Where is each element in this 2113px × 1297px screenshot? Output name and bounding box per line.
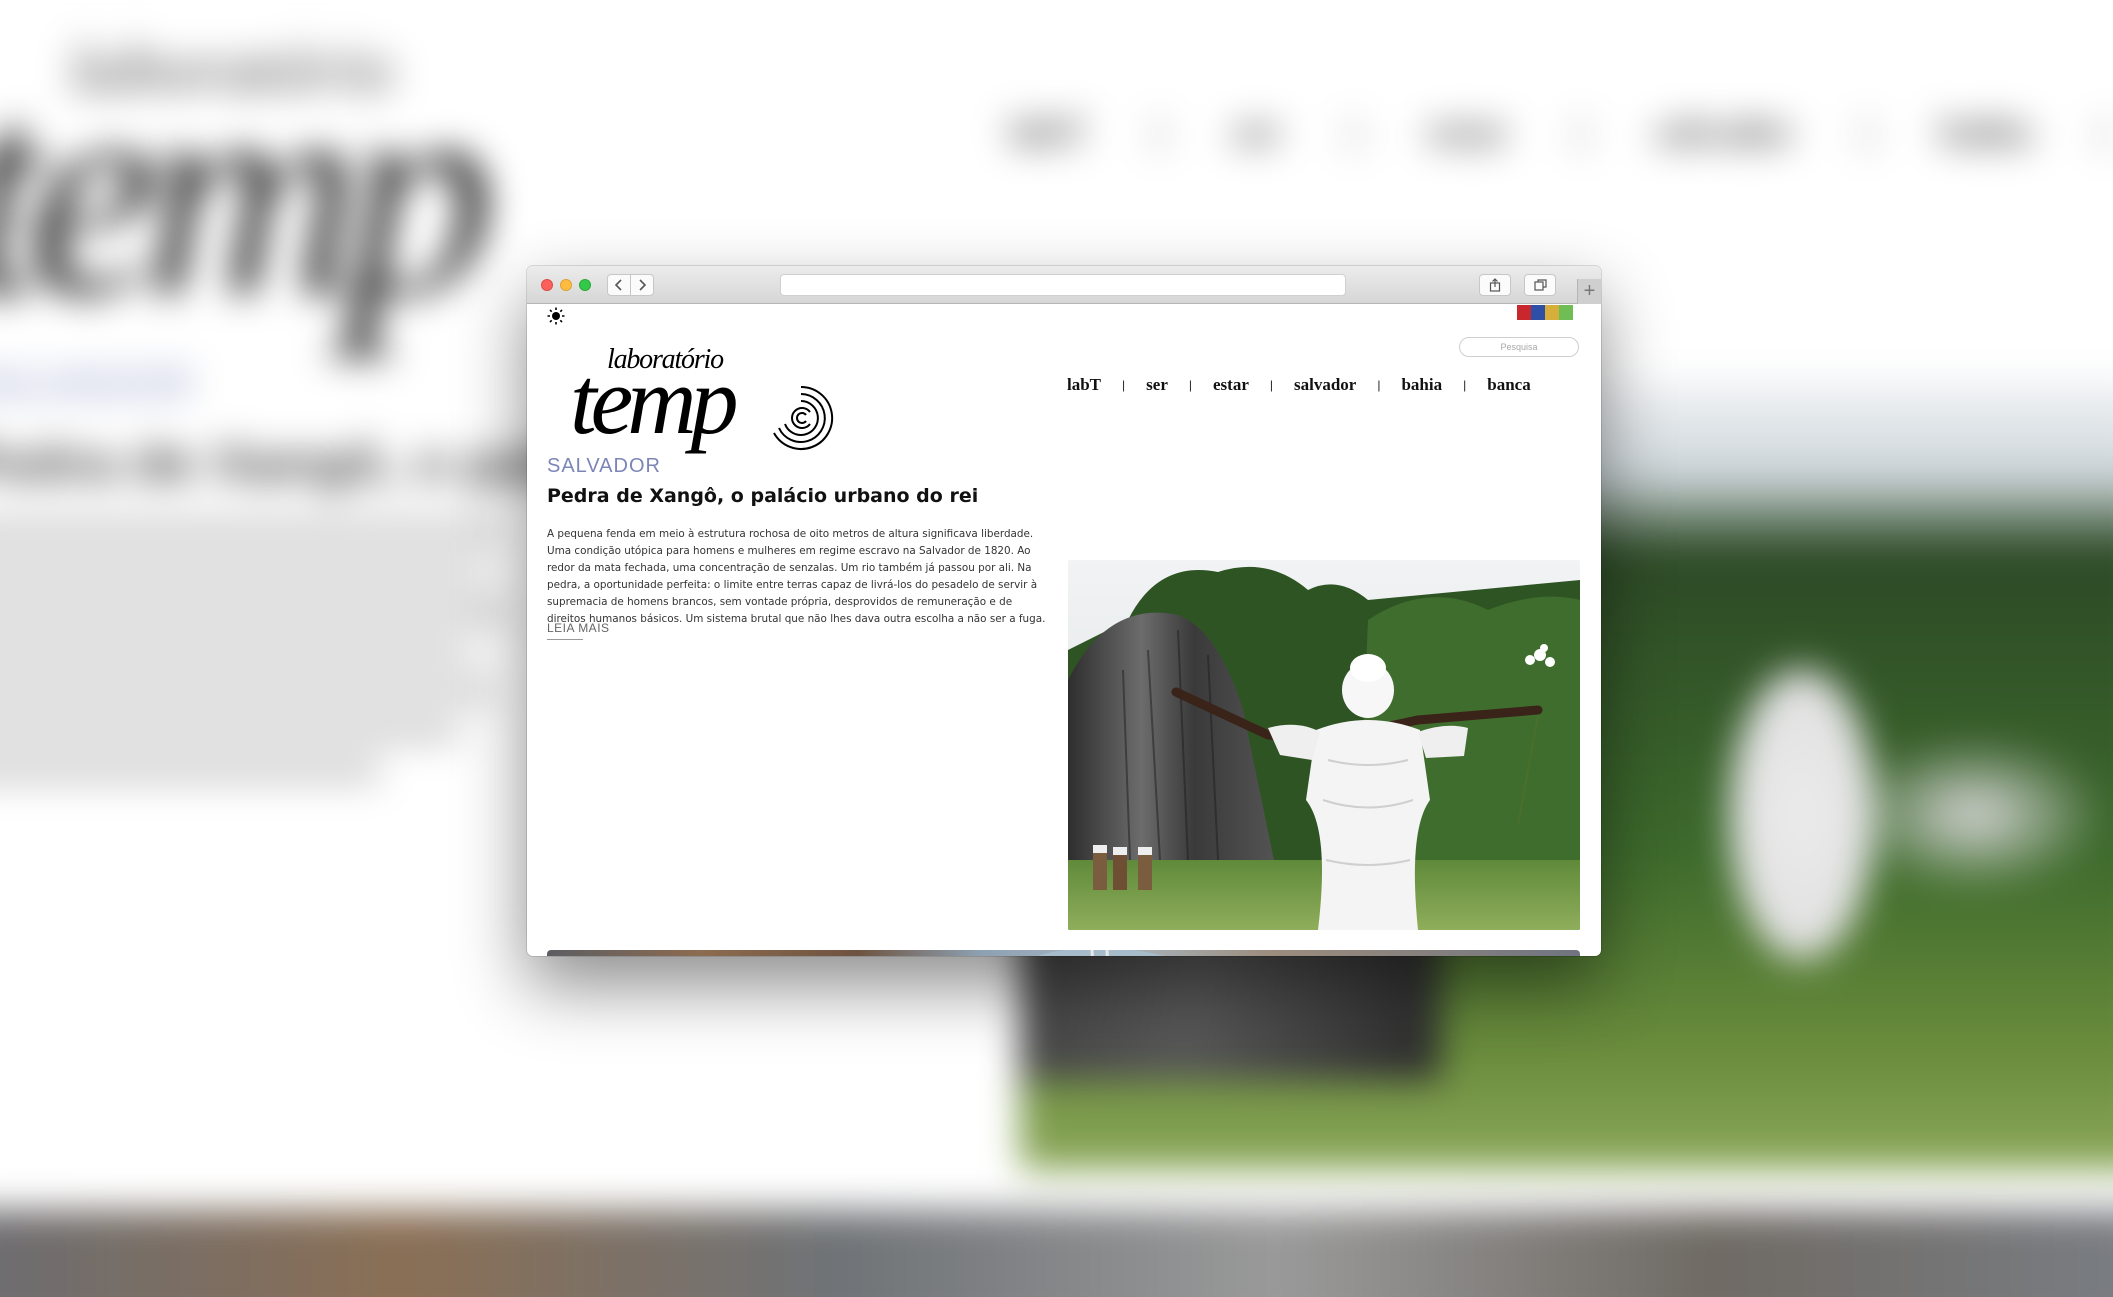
browser-toolbar: + [527, 266, 1601, 304]
share-icon [1489, 278, 1501, 292]
bg-section-label: SALVADOR [0, 360, 194, 409]
read-more-underline [547, 639, 583, 640]
logo-spiral-icon [773, 385, 834, 450]
forward-button[interactable] [630, 274, 654, 296]
article-photo[interactable] [1068, 560, 1580, 930]
close-window-button[interactable] [541, 279, 553, 291]
search-input[interactable] [1459, 337, 1579, 357]
site-logo[interactable]: laboratório temp [570, 341, 840, 473]
chevron-right-icon [639, 279, 647, 291]
show-tabs-button[interactable] [1524, 274, 1556, 296]
new-tab-button[interactable]: + [1577, 279, 1601, 304]
nav-separator: | [1188, 378, 1192, 392]
main-navigation: labT | ser | estar | salvador | bahia | … [1067, 375, 1531, 395]
nav-separator: | [1269, 378, 1273, 392]
bg-logo-main: temp [0, 26, 495, 358]
nav-item-salvador[interactable]: salvador [1294, 375, 1356, 395]
tabs-icon [1533, 279, 1547, 291]
nav-item-labt[interactable]: labT [1067, 375, 1101, 395]
color-bar-yellow[interactable] [1545, 305, 1559, 320]
nav-item-bahia[interactable]: bahia [1401, 375, 1442, 395]
nav-item-ser[interactable]: ser [1146, 375, 1168, 395]
color-theme-bars [1517, 305, 1573, 320]
second-article-photo[interactable] [547, 950, 1580, 956]
nav-item-banca[interactable]: banca [1487, 375, 1530, 395]
back-button[interactable] [607, 274, 631, 296]
logo-title: temp [570, 347, 739, 454]
share-button[interactable] [1479, 274, 1511, 296]
nav-separator: | [1377, 378, 1381, 392]
color-bar-blue[interactable] [1531, 305, 1545, 320]
minimize-window-button[interactable] [560, 279, 572, 291]
chevron-left-icon [614, 279, 622, 291]
browser-window: + laboratório temp [527, 266, 1601, 956]
nav-separator: | [1122, 378, 1126, 392]
article-title[interactable]: Pedra de Xangô, o palácio urbano do rei [547, 485, 978, 507]
article-section-label[interactable]: SALVADOR [547, 455, 661, 478]
address-bar[interactable] [780, 274, 1346, 296]
web-page: laboratório temp labT | ser | estar | sa… [527, 305, 1601, 956]
nav-separator: | [1463, 378, 1467, 392]
article-excerpt: A pequena fenda em meio à estrutura roch… [547, 528, 1046, 625]
color-bar-green[interactable] [1559, 305, 1573, 320]
zoom-window-button[interactable] [579, 279, 591, 291]
sun-icon[interactable] [547, 307, 565, 325]
nav-item-estar[interactable]: estar [1213, 375, 1249, 395]
color-bar-red[interactable] [1517, 305, 1531, 320]
bg-nav: labT | ser | estar | salvador | bahia | … [1010, 111, 2113, 153]
bg-article-text [0, 520, 520, 800]
read-more-link[interactable]: LEIA MAIS [547, 621, 610, 635]
bg-bottom-photo [0, 1210, 2113, 1297]
